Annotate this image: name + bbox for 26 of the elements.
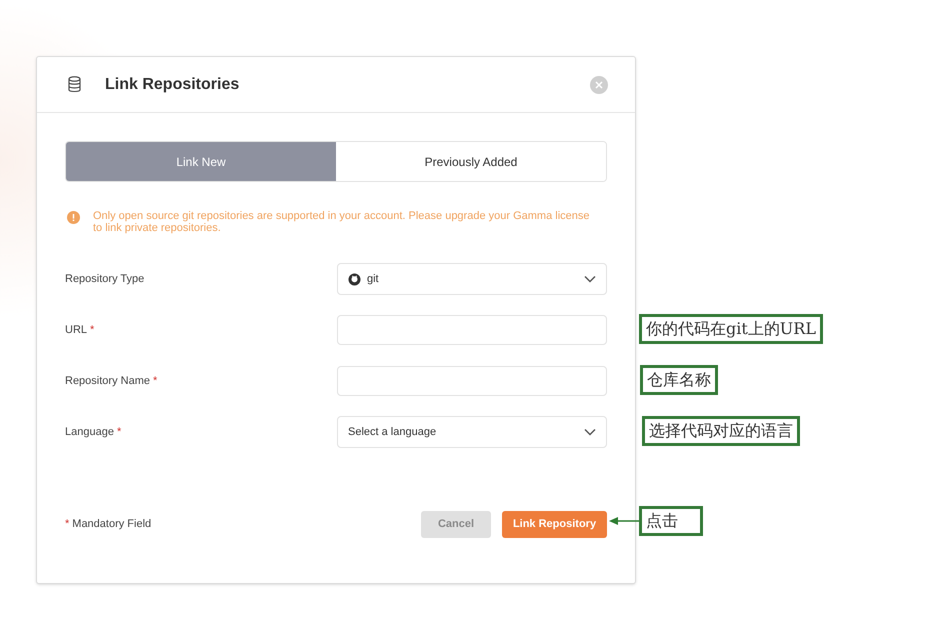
required-mark: * bbox=[116, 424, 122, 440]
annotation-note: 点击 bbox=[639, 506, 703, 536]
select-field[interactable]: git bbox=[337, 263, 607, 295]
select-field[interactable]: Select a language bbox=[337, 416, 607, 448]
notice-text: Only open source git repositories are supported in your account. Please upgrade your Gamma license to link private repositories. bbox=[93, 210, 590, 234]
field-label: Repository Name bbox=[65, 374, 150, 389]
field-label: Repository Type bbox=[65, 272, 144, 287]
info-icon bbox=[67, 211, 80, 224]
annotation-note: 你的代码在git上的URL bbox=[639, 314, 823, 344]
chevron-down-icon bbox=[584, 428, 596, 436]
required-mark: * bbox=[65, 517, 70, 532]
dialog-title: Link Repositories bbox=[105, 74, 240, 94]
close-button[interactable] bbox=[590, 76, 608, 94]
database-icon bbox=[68, 76, 81, 93]
annotation-note: 仓库名称 bbox=[640, 365, 718, 395]
chevron-down-icon bbox=[584, 275, 596, 283]
field-label: Language bbox=[65, 424, 114, 440]
required-mark: * bbox=[152, 374, 158, 389]
close-icon bbox=[595, 80, 603, 88]
text-field[interactable] bbox=[337, 366, 607, 396]
text-field[interactable] bbox=[337, 315, 607, 345]
field-label: URL bbox=[65, 322, 88, 338]
mandatory-note: Mandatory Field bbox=[72, 517, 152, 532]
cat-logo-icon bbox=[348, 272, 361, 286]
annotation-note: 选择代码对应的语言 bbox=[642, 416, 800, 446]
required-mark: * bbox=[90, 322, 94, 338]
